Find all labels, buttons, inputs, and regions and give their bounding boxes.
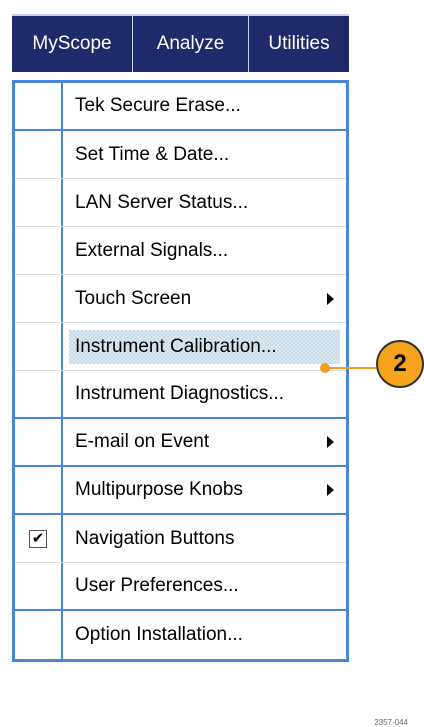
check-column	[15, 131, 63, 178]
menu-item-label: Option Installation...	[75, 624, 243, 645]
check-column	[15, 275, 63, 322]
menu-item-user-preferences[interactable]: User Preferences...	[15, 563, 346, 611]
menu-item-label: Multipurpose Knobs	[75, 479, 243, 500]
check-column	[15, 611, 63, 659]
check-column	[15, 323, 63, 370]
check-column	[15, 179, 63, 226]
menu-item-label: LAN Server Status...	[75, 191, 249, 213]
menu-item-external-signals[interactable]: External Signals...	[15, 227, 346, 275]
menu-item-instrument-calibration[interactable]: Instrument Calibration...	[15, 323, 346, 371]
submenu-arrow-icon	[327, 292, 334, 305]
menu-item-email-on-event[interactable]: E-mail on Event	[15, 419, 346, 467]
check-column: ✔	[15, 515, 63, 562]
menu-item-label: Instrument Diagnostics...	[75, 383, 285, 404]
menu-item-multipurpose-knobs[interactable]: Multipurpose Knobs	[15, 467, 346, 515]
menu-item-option-installation[interactable]: Option Installation...	[15, 611, 346, 659]
checkbox-checked-icon[interactable]: ✔	[29, 529, 47, 548]
check-column	[15, 563, 63, 609]
check-column	[15, 227, 63, 274]
callout-leader-line	[326, 367, 376, 369]
menu-item-label: External Signals...	[75, 239, 229, 261]
check-column	[15, 371, 63, 417]
menu-item-label: Set Time & Date...	[75, 143, 230, 165]
menu-item-label: Navigation Buttons	[75, 527, 235, 549]
submenu-arrow-icon	[327, 436, 334, 448]
menu-item-label: Instrument Calibration...	[69, 329, 340, 364]
callout-number-badge: 2	[376, 340, 424, 388]
menu-item-instrument-diagnostics[interactable]: Instrument Diagnostics...	[15, 371, 346, 419]
menu-item-label: User Preferences...	[75, 575, 239, 596]
menu-utilities[interactable]: Utilities	[249, 16, 349, 72]
menu-analyze[interactable]: Analyze	[133, 16, 249, 72]
menu-item-label: Tek Secure Erase...	[75, 95, 241, 116]
menu-myscope[interactable]: MyScope	[12, 16, 133, 72]
menu-item-label: Touch Screen	[75, 287, 192, 309]
check-column	[15, 467, 63, 513]
check-column	[15, 83, 63, 129]
menu-item-touch-screen[interactable]: Touch Screen	[15, 275, 346, 323]
submenu-arrow-icon	[327, 484, 334, 496]
menu-item-navigation-buttons[interactable]: ✔ Navigation Buttons	[15, 515, 346, 563]
figure-id: 2357-044	[374, 718, 408, 727]
check-column	[15, 419, 63, 465]
menu-item-lan-server-status[interactable]: LAN Server Status...	[15, 179, 346, 227]
menu-item-set-time-date[interactable]: Set Time & Date...	[15, 131, 346, 179]
menu-bar: MyScope Analyze Utilities	[12, 14, 349, 72]
menu-item-label: E-mail on Event	[75, 431, 210, 452]
utilities-dropdown-menu: Tek Secure Erase... Set Time & Date... L…	[12, 80, 349, 662]
menu-item-tek-secure-erase[interactable]: Tek Secure Erase...	[15, 83, 346, 131]
